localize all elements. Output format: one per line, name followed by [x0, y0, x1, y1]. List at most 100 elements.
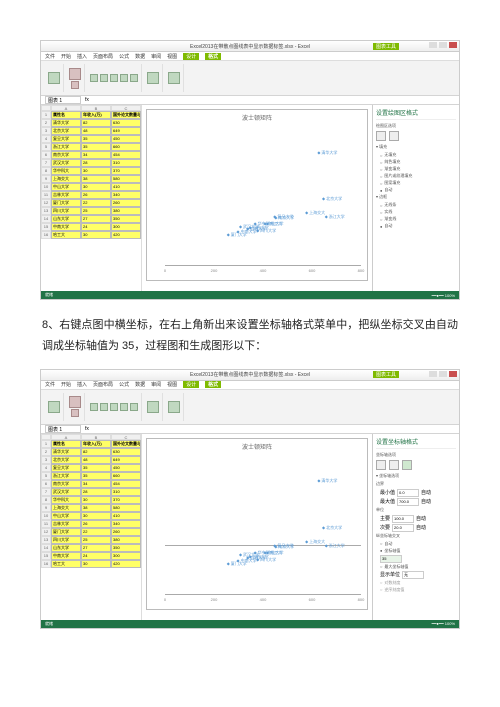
ribbon-icon[interactable] — [71, 81, 79, 89]
data-cell[interactable]: 30 — [81, 231, 111, 239]
tab-formulas[interactable]: 公式 — [119, 381, 129, 388]
minimize-button[interactable] — [429, 42, 437, 48]
data-cell[interactable]: 中南大学 — [51, 223, 81, 231]
tab-design[interactable]: 设计 — [183, 53, 199, 60]
display-unit-select[interactable]: 无 — [402, 571, 424, 579]
data-cell[interactable]: 山东大学 — [51, 215, 81, 223]
data-cell[interactable]: 华中科大 — [51, 496, 81, 504]
shape-style-icon[interactable] — [110, 403, 118, 411]
data-cell[interactable]: 660 — [111, 143, 141, 151]
reverse-check[interactable]: 逆序刻度值 — [376, 587, 456, 593]
tab-review[interactable]: 审阅 — [151, 381, 161, 388]
data-cell[interactable]: 350 — [111, 544, 141, 552]
data-cell[interactable]: 北京大学 — [51, 456, 81, 464]
shape-style-icon[interactable] — [110, 74, 118, 82]
ribbon-icon[interactable] — [48, 401, 60, 413]
max-input[interactable]: 700.0 — [397, 498, 419, 506]
data-cell[interactable]: 28 — [81, 159, 111, 167]
data-cell[interactable]: 630 — [111, 448, 141, 456]
data-cell[interactable]: 30 — [81, 167, 111, 175]
embedded-chart[interactable]: 波士顿矩阵 0200400600800清华大学北京大学复旦大学浙江大学南京大学武… — [146, 438, 368, 610]
embedded-chart[interactable]: 波士顿矩阵 0200400600800清华大学北京大学复旦大学浙江大学南京大学武… — [146, 109, 368, 281]
chart-data-point[interactable]: 中南大学 — [237, 558, 257, 564]
data-cell[interactable]: 35 — [81, 143, 111, 151]
shape-style-icon[interactable] — [100, 403, 108, 411]
data-cell[interactable]: 北京大学 — [51, 127, 81, 135]
zoom-controls[interactable]: ━━●━━ 100% — [432, 621, 455, 626]
chart-data-point[interactable]: 北京大学 — [322, 196, 342, 202]
fill-option[interactable]: 自动 — [376, 187, 456, 193]
data-cell[interactable]: 30 — [81, 560, 111, 568]
taskbar-icon[interactable] — [73, 299, 83, 300]
data-cell[interactable]: 580 — [111, 504, 141, 512]
shape-style-icon[interactable] — [90, 74, 98, 82]
ribbon-icon[interactable] — [48, 72, 60, 84]
shape-style-icon[interactable] — [120, 403, 128, 411]
data-cell[interactable]: 四川大学 — [51, 207, 81, 215]
log-scale-check[interactable]: 对数刻度 — [376, 580, 456, 586]
close-button[interactable] — [449, 42, 457, 48]
header-cell[interactable]: 属性名 — [51, 111, 81, 119]
tab-format[interactable]: 格式 — [205, 53, 221, 60]
data-cell[interactable]: 82 — [81, 119, 111, 127]
tab-view[interactable]: 视图 — [167, 381, 177, 388]
fill-option[interactable]: 图片或纹理填充 — [376, 173, 456, 179]
tab-format[interactable]: 格式 — [205, 381, 221, 388]
data-cell[interactable]: 38 — [81, 504, 111, 512]
maximize-button[interactable] — [439, 371, 447, 377]
data-cell[interactable]: 410 — [111, 183, 141, 191]
data-cell[interactable]: 27 — [81, 215, 111, 223]
tab-file[interactable]: 文件 — [45, 53, 55, 60]
min-input[interactable]: 0.0 — [397, 489, 419, 497]
data-cell[interactable]: 34 — [81, 151, 111, 159]
data-cell[interactable]: 260 — [111, 199, 141, 207]
data-cell[interactable]: 中山大学 — [51, 512, 81, 520]
data-cell[interactable]: 清华大学 — [51, 119, 81, 127]
close-button[interactable] — [449, 371, 457, 377]
data-cell[interactable]: 35 — [81, 135, 111, 143]
ribbon-icon[interactable] — [69, 396, 81, 408]
data-cell[interactable]: 420 — [111, 231, 141, 239]
data-cell[interactable]: 82 — [81, 448, 111, 456]
chart-data-point[interactable]: 北京大学 — [322, 525, 342, 531]
tab-home[interactable]: 开始 — [61, 53, 71, 60]
header-cell[interactable]: 年收入(万) — [81, 111, 111, 119]
data-cell[interactable]: 260 — [111, 528, 141, 536]
data-cell[interactable]: 中山大学 — [51, 183, 81, 191]
effects-icon[interactable] — [389, 131, 399, 141]
data-cell[interactable]: 35 — [81, 472, 111, 480]
minor-input[interactable]: 20.0 — [392, 524, 414, 532]
name-box[interactable]: 图表 1 — [45, 96, 81, 104]
ribbon-icon[interactable] — [147, 401, 159, 413]
taskbar-icon[interactable] — [86, 299, 96, 300]
cross-option-max[interactable]: 最大坐标轴值 — [376, 564, 456, 570]
fill-option[interactable]: 渐变填充 — [376, 166, 456, 172]
chart-data-point[interactable]: 上海交大 — [305, 210, 325, 216]
data-cell[interactable]: 30 — [81, 183, 111, 191]
data-cell[interactable]: 中南大学 — [51, 552, 81, 560]
ribbon-icon[interactable] — [168, 72, 180, 84]
fill-option[interactable]: 纯色填充 — [376, 159, 456, 165]
taskbar-icon[interactable] — [112, 628, 122, 629]
data-cell[interactable]: 哈工大 — [51, 560, 81, 568]
axis-icon[interactable] — [402, 460, 412, 470]
chart-data-point[interactable]: 浙江大学 — [325, 543, 345, 549]
cross-option-value[interactable]: 坐标轴值 — [376, 548, 456, 554]
tab-layout[interactable]: 页面布局 — [93, 53, 113, 60]
data-cell[interactable]: 复旦大学 — [51, 135, 81, 143]
tab-formulas[interactable]: 公式 — [119, 53, 129, 60]
size-icon[interactable] — [389, 460, 399, 470]
taskbar-excel-icon[interactable] — [99, 299, 109, 300]
data-cell[interactable]: 武汉大学 — [51, 488, 81, 496]
cross-value-input[interactable]: 35 — [380, 555, 402, 563]
maximize-button[interactable] — [439, 42, 447, 48]
data-cell[interactable]: 48 — [81, 127, 111, 135]
data-cell[interactable]: 南京大学 — [51, 480, 81, 488]
ribbon-icon[interactable] — [168, 401, 180, 413]
taskbar-icon[interactable] — [86, 628, 96, 629]
data-cell[interactable]: 454 — [111, 151, 141, 159]
data-cell[interactable]: 30 — [81, 496, 111, 504]
data-cell[interactable]: 哈工大 — [51, 231, 81, 239]
taskbar-excel-icon[interactable] — [99, 628, 109, 629]
tab-insert[interactable]: 插入 — [77, 53, 87, 60]
